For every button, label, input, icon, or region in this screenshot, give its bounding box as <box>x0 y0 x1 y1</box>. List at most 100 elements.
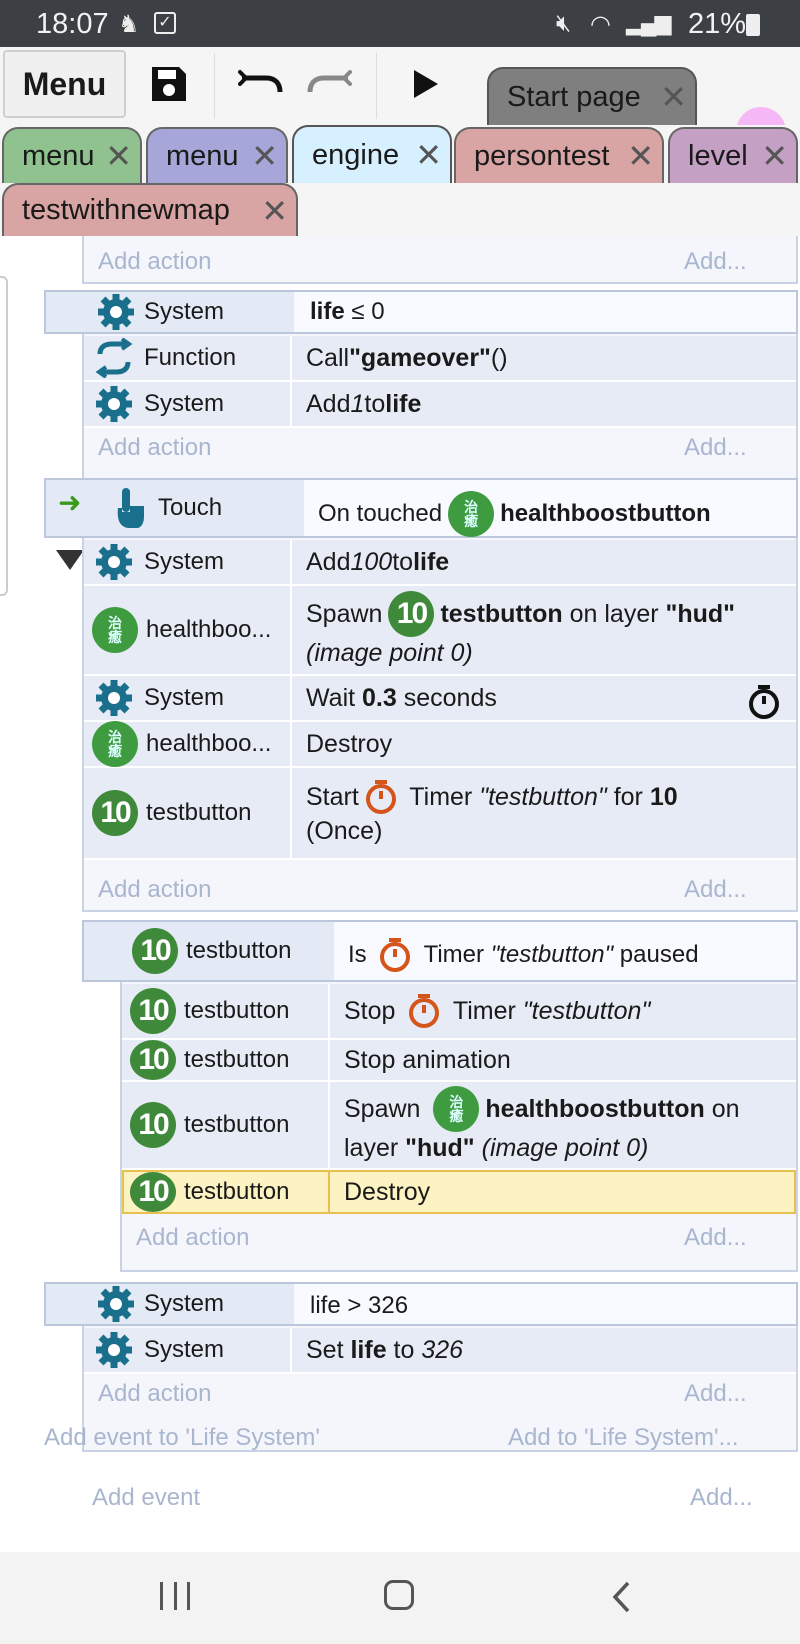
action-row[interactable]: System Wait 0.3 seconds <box>84 676 796 722</box>
add-to-group-link[interactable]: Add to 'Life System'... <box>508 1424 739 1452</box>
wifi-icon: ◠ <box>590 11 611 38</box>
close-icon[interactable]: ✕ <box>105 137 132 175</box>
close-icon[interactable]: ✕ <box>261 192 288 230</box>
battery-level: 21% <box>688 8 747 40</box>
action-object: 10 testbutton <box>130 1040 289 1080</box>
add-action-link[interactable]: Add action <box>98 248 211 276</box>
testbutton-sprite-icon: 10 <box>130 1172 176 1212</box>
close-icon[interactable]: ✕ <box>761 137 788 175</box>
close-icon[interactable]: ✕ <box>415 136 442 174</box>
close-icon[interactable]: ✕ <box>660 78 687 116</box>
action-object: System <box>94 382 224 426</box>
action-row[interactable]: 10 testbutton Stop animation <box>122 1040 796 1082</box>
add-more-link[interactable]: Add... <box>684 1380 747 1408</box>
function-call-icon <box>95 338 133 378</box>
testbutton-sprite-icon: 10 <box>130 988 176 1034</box>
action-object: System <box>94 540 224 584</box>
gear-icon <box>98 1286 134 1322</box>
recent-apps-icon[interactable] <box>160 1582 190 1610</box>
add-action-link[interactable]: Add action <box>98 434 211 462</box>
object-name: testbutton <box>184 1178 290 1205</box>
action-row[interactable]: 10 testbutton Start Timer "testbutton" f… <box>84 768 796 860</box>
tab-testwithnewmap[interactable]: testwithnewmap ✕ <box>2 183 298 236</box>
collapse-triangle-icon[interactable] <box>56 550 84 570</box>
action-row[interactable]: 10 testbutton Stop Timer "testbutton" <box>122 984 796 1040</box>
tab-label: persontest <box>474 139 610 172</box>
action-row[interactable]: 治癒 healthboo... Destroy <box>84 721 796 768</box>
play-icon[interactable] <box>400 59 450 109</box>
battery-icon <box>746 14 760 36</box>
object-name: System <box>144 1290 225 1317</box>
tab-label: level <box>688 139 748 172</box>
tab-menu-2[interactable]: menu ✕ <box>146 127 288 183</box>
object-name: Touch <box>158 494 223 521</box>
close-icon[interactable]: ✕ <box>251 137 278 175</box>
home-icon[interactable] <box>384 1580 414 1610</box>
action-object: 治癒 healthboo... <box>92 586 271 674</box>
add-more-link[interactable]: Add... <box>684 1224 747 1252</box>
testbutton-sprite-icon: 10 <box>130 1102 176 1148</box>
action-row[interactable]: 10 testbutton Spawn 治癒 healthboostbutton… <box>122 1082 796 1170</box>
add-more-link[interactable]: Add... <box>684 248 747 276</box>
action-text: Spawn 治癒 healthboostbutton on layer "hud… <box>328 1082 796 1168</box>
action-row[interactable]: System Add 1 to life <box>84 382 796 428</box>
healthboostbutton-sprite-icon: 治癒 <box>92 607 138 653</box>
action-text: Add 100 to life <box>290 540 449 584</box>
object-name: testbutton <box>146 799 252 826</box>
action-object: System <box>94 1328 224 1372</box>
tab-strip-2: testwithnewmap ✕ <box>0 183 800 236</box>
notification-icon: ♞ <box>118 11 140 38</box>
close-icon[interactable]: ✕ <box>627 137 654 175</box>
add-event-to-group-link[interactable]: Add event to 'Life System' <box>44 1424 320 1452</box>
action-text: Destroy <box>290 722 392 766</box>
condition-object: System <box>96 1286 224 1322</box>
action-row[interactable]: System Set life to 326 <box>84 1328 796 1374</box>
tab-strip: menu ✕ menu ✕ engine ✕ persontest ✕ level ✕ <box>0 125 800 183</box>
condition-text: life ≤ 0 <box>310 298 385 325</box>
group-collapse-edge[interactable] <box>0 276 8 596</box>
action-text: Stop Timer "testbutton" <box>328 984 650 1038</box>
add-more-link[interactable]: Add... <box>684 876 747 904</box>
testbutton-sprite-icon: 10 <box>132 928 178 974</box>
condition-text: Is Timer "testbutton" paused <box>348 930 699 980</box>
tab-level[interactable]: level ✕ <box>668 127 798 183</box>
condition-object: 10 testbutton <box>132 928 291 974</box>
undo-icon[interactable] <box>236 59 286 109</box>
system-nav-bar <box>0 1552 800 1644</box>
add-more-link[interactable]: Add... <box>684 434 747 462</box>
check-notification-icon: ✓ <box>154 12 176 34</box>
tab-menu-1[interactable]: menu ✕ <box>2 127 142 183</box>
toolbar: Menu Start page ✕ <box>0 47 800 157</box>
condition-text: On touched 治癒 healthboostbutton <box>318 491 711 537</box>
gear-icon <box>96 680 132 716</box>
add-action-link[interactable]: Add action <box>136 1224 249 1252</box>
action-object: System <box>94 676 224 720</box>
trigger-arrow-icon: ➜ <box>58 487 82 518</box>
add-event-link[interactable]: Add event <box>92 1484 200 1512</box>
tab-engine[interactable]: engine ✕ <box>292 125 452 183</box>
object-name: testbutton <box>184 1111 290 1138</box>
back-icon[interactable] <box>610 1580 632 1614</box>
action-text: Set life to 326 <box>290 1328 463 1372</box>
object-name: System <box>144 298 225 325</box>
add-action-link[interactable]: Add action <box>98 1380 211 1408</box>
menu-button[interactable]: Menu <box>3 50 126 118</box>
object-name: System <box>144 684 225 711</box>
add-action-link[interactable]: Add action <box>98 876 211 904</box>
save-icon[interactable] <box>144 59 194 109</box>
action-row-selected[interactable]: 10 testbutton Destroy <box>122 1170 796 1214</box>
tab-start-page[interactable]: Start page ✕ <box>487 67 697 125</box>
action-object: 10 testbutton <box>92 768 251 858</box>
tab-persontest[interactable]: persontest ✕ <box>454 127 664 183</box>
redo-icon[interactable] <box>304 59 354 109</box>
action-row[interactable]: Function Call "gameover" () <box>84 336 796 382</box>
touch-icon <box>112 486 146 530</box>
action-text: Destroy <box>328 1172 430 1212</box>
tab-label: Start page <box>507 80 641 113</box>
action-text: Stop animation <box>328 1040 511 1080</box>
action-row[interactable]: System Add 100 to life <box>84 540 796 586</box>
object-name: healthboo... <box>146 730 272 757</box>
add-more-link[interactable]: Add... <box>690 1484 753 1512</box>
action-row[interactable]: 治癒 healthboo... Spawn 10 testbutton on l… <box>84 586 796 676</box>
action-text: Wait 0.3 seconds <box>290 676 497 720</box>
